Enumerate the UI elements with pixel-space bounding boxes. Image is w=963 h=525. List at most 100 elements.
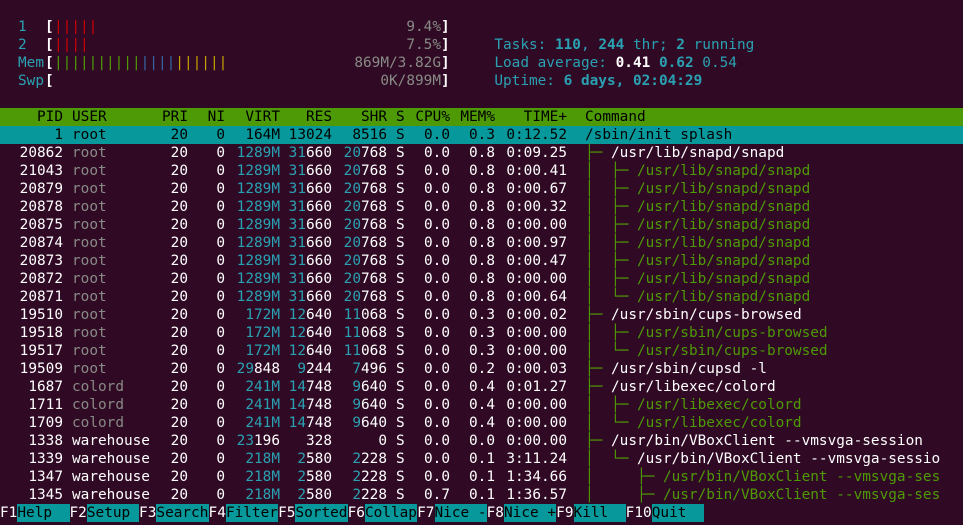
process-row[interactable]: 20874 root 20 0 1289M 31660 20768 S 0.0 0.8 0:00.9… [0, 234, 963, 252]
col-shr[interactable]: SHR [332, 108, 387, 126]
fkey-f10-key[interactable]: F10 [626, 504, 652, 522]
cell-command: ├─ /usr/libexec/colord [585, 378, 776, 396]
process-row[interactable]: 1347 warehouse 20 0 218M 2580 2228 S 0.0 0.1 1:34.… [0, 468, 963, 486]
process-row[interactable]: 19510 root 20 0 172M 12640 11068 S 0.0 0.3 0:00.02… [0, 306, 963, 324]
cpu1-meter: 1 [ ||||| 9.4% ] [0, 18, 450, 36]
cell-cpu: 0.7 [424, 487, 450, 503]
col-pid[interactable]: PID [0, 108, 63, 126]
fkey-f3-key[interactable]: F3 [139, 504, 156, 522]
uptime: Uptime: 6 days, 02:04:29 [477, 54, 702, 89]
cell-ni: 0 [216, 145, 225, 161]
fkey-f7-label[interactable]: Nice - [434, 504, 487, 522]
process-row[interactable]: 19509 root 20 0 29848 9244 7496 S 0.0 0.2 0:00.03 ├… [0, 360, 963, 378]
cell-s: S [396, 235, 405, 251]
fkey-f6-label[interactable]: Collap [364, 504, 418, 522]
cell-res: 328 [306, 433, 332, 449]
cell-mem: 0.8 [469, 145, 495, 161]
fkey-f6-key[interactable]: F6 [348, 504, 365, 522]
fkey-f9-label[interactable]: Kill [573, 504, 626, 522]
fkey-f8-label[interactable]: Nice + [504, 504, 557, 522]
col-time[interactable]: TIME+ [500, 108, 567, 126]
process-row[interactable]: 1687 colord 20 0 241M 14748 9640 S 0.0 0.4 0:01.27… [0, 378, 963, 396]
process-row[interactable]: 20871 root 20 0 1289M 31660 20768 S 0.0 0.8 0:00.6… [0, 288, 963, 306]
process-row[interactable]: 1338 warehouse 20 0 23196 328 0 S 0.0 0.0 0:00.00 ├… [0, 432, 963, 450]
col-virt[interactable]: VIRT [225, 108, 280, 126]
fkey-f10-label[interactable]: Quit [651, 504, 704, 522]
col-state[interactable]: S [396, 108, 405, 126]
process-row[interactable]: 21043 root 20 0 1289M 31660 20768 S 0.0 0.8 0:00.4… [0, 162, 963, 180]
fkey-f5-label[interactable]: Sorted [295, 504, 348, 522]
process-row[interactable]: 20873 root 20 0 1289M 31660 20768 S 0.0 0.8 0:00.4… [0, 252, 963, 270]
cell-res: 31660 [288, 145, 332, 161]
process-row[interactable]: 19517 root 20 0 172M 12640 11068 S 0.0 0.3 0:00.00… [0, 342, 963, 360]
cell-s: S [396, 451, 405, 467]
fkey-f3-label[interactable]: Search [156, 504, 209, 522]
process-row[interactable]: 1 root 20 0 164M 13024 8516 S 0.0 0.3 0:12.52/sbin… [0, 126, 963, 144]
cell-time: 0:00.67 [506, 181, 567, 197]
cell-pid: 1 [54, 127, 63, 143]
col-user[interactable]: USER [72, 108, 107, 126]
process-row[interactable]: 1709 colord 20 0 241M 14748 9640 S 0.0 0.4 0:00.00… [0, 414, 963, 432]
cpu2-bars: |||| [54, 37, 89, 53]
process-row[interactable]: 20878 root 20 0 1289M 31660 20768 S 0.0 0.8 0:00.3… [0, 198, 963, 216]
fkey-f9-key[interactable]: F9 [556, 504, 573, 522]
tree-branch: │ └─ [585, 289, 637, 305]
fkey-f8-key[interactable]: F8 [487, 504, 504, 522]
fkey-f2-label[interactable]: Setup [86, 504, 140, 522]
cell-cpu: 0.0 [424, 361, 450, 377]
process-row[interactable]: 1711 colord 20 0 241M 14748 9640 S 0.0 0.4 0:00.00… [0, 396, 963, 414]
col-command[interactable]: Command [585, 108, 646, 126]
cell-s: S [396, 433, 405, 449]
fkey-f4-label[interactable]: Filter [225, 504, 279, 522]
command-text: /usr/lib/snapd/snapd [611, 145, 785, 161]
fkey-f2-key[interactable]: F2 [70, 504, 87, 522]
col-mem[interactable]: MEM% [455, 108, 495, 126]
fkey-f5-key[interactable]: F5 [278, 504, 295, 522]
cell-s: S [396, 397, 405, 413]
process-row[interactable]: 19518 root 20 0 172M 12640 11068 S 0.0 0.3 0:00.00… [0, 324, 963, 342]
cell-cpu: 0.0 [424, 343, 450, 359]
cell-mem: 0.8 [469, 163, 495, 179]
cell-command: │ ├─ /usr/libexec/colord [585, 396, 802, 414]
command-text: /usr/sbin/cups-browsed [636, 343, 828, 359]
command-text: /usr/libexec/colord [611, 379, 776, 395]
cell-ni: 0 [216, 379, 225, 395]
fkey-f7-key[interactable]: F7 [417, 504, 434, 522]
cell-user: root [72, 181, 107, 197]
cell-ni: 0 [216, 163, 225, 179]
cell-time: 0:00.00 [506, 343, 567, 359]
cell-mem: 0.1 [469, 469, 495, 485]
cell-shr: 9640 [352, 397, 387, 413]
col-ni[interactable]: NI [195, 108, 225, 126]
cell-user: root [72, 343, 107, 359]
cell-pri: 20 [170, 433, 188, 449]
cell-command: │ ├─ /usr/sbin/cups-browsed [585, 324, 828, 342]
cell-pri: 20 [170, 325, 188, 341]
cell-user: root [72, 145, 107, 161]
cell-cpu: 0.0 [424, 325, 450, 341]
fkey-f1-key[interactable]: F1 [0, 504, 17, 522]
fkey-f1-label[interactable]: Help [17, 504, 70, 522]
process-row[interactable]: 20862 root 20 0 1289M 31660 20768 S 0.0 0.8 0:09.2… [0, 144, 963, 162]
cell-shr: 2228 [352, 469, 387, 485]
col-res[interactable]: RES [280, 108, 332, 126]
process-row[interactable]: 20879 root 20 0 1289M 31660 20768 S 0.0 0.8 0:00.6… [0, 180, 963, 198]
process-row[interactable]: 20872 root 20 0 1289M 31660 20768 S 0.0 0.8 0:00.0… [0, 270, 963, 288]
column-header: PID USER PRI NI VIRT RES SHR S CPU% MEM%… [0, 108, 963, 126]
process-row[interactable]: 20875 root 20 0 1289M 31660 20768 S 0.0 0.8 0:00.0… [0, 216, 963, 234]
cell-shr: 20768 [343, 271, 387, 287]
col-cpu[interactable]: CPU% [410, 108, 450, 126]
process-row[interactable]: 1345 warehouse 20 0 218M 2580 2228 S 0.7 0.1 1:36.… [0, 486, 963, 504]
cell-res: 31660 [288, 235, 332, 251]
cell-cpu: 0.0 [424, 181, 450, 197]
cell-s: S [396, 163, 405, 179]
cpu1-bracket-open: [ [45, 19, 54, 35]
cell-shr: 20768 [343, 289, 387, 305]
cell-mem: 0.3 [469, 343, 495, 359]
fkey-f4-key[interactable]: F4 [209, 504, 226, 522]
cell-pri: 20 [170, 451, 188, 467]
process-row[interactable]: 1339 warehouse 20 0 218M 2580 2228 S 0.0 0.1 3:11.… [0, 450, 963, 468]
cell-command: │ ├─ /usr/bin/VBoxClient --vmsvga-ses [585, 486, 940, 504]
col-pri[interactable]: PRI [150, 108, 188, 126]
cell-user: root [72, 199, 107, 215]
